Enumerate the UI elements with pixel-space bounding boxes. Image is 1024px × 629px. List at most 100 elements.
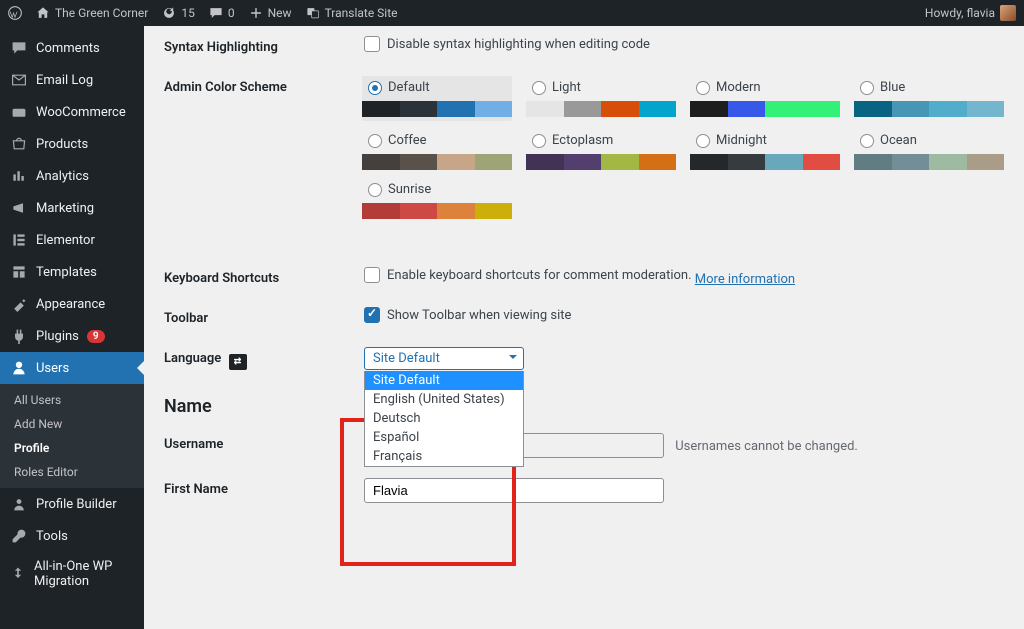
woocommerce-icon bbox=[10, 103, 28, 121]
sidebar-item-elementor[interactable]: Elementor bbox=[0, 224, 144, 256]
syntax-label: Syntax Highlighting bbox=[164, 36, 364, 55]
toolbar-label: Toolbar bbox=[164, 307, 364, 326]
sidebar-item-templates[interactable]: Templates bbox=[0, 256, 144, 288]
language-select[interactable]: Site Default bbox=[364, 347, 524, 370]
scheme-radio[interactable] bbox=[532, 134, 546, 148]
home-icon bbox=[36, 6, 50, 20]
syntax-checkbox[interactable] bbox=[364, 36, 380, 52]
scheme-radio[interactable] bbox=[368, 81, 382, 95]
profile-content: Syntax Highlighting Disable syntax highl… bbox=[144, 26, 1024, 629]
language-option[interactable]: English (United States) bbox=[365, 390, 523, 409]
swatch-row bbox=[690, 154, 840, 170]
syntax-checkbox-wrap[interactable]: Disable syntax highlighting when editing… bbox=[364, 36, 650, 52]
elementor-icon bbox=[10, 231, 28, 249]
wp-logo[interactable] bbox=[8, 6, 22, 20]
sidebar-item-users[interactable]: Users bbox=[0, 352, 144, 384]
swatch-row bbox=[854, 154, 1004, 170]
scheme-radio[interactable] bbox=[860, 81, 874, 95]
sidebar-item-analytics[interactable]: Analytics bbox=[0, 160, 144, 192]
scheme-sunrise[interactable]: Sunrise bbox=[362, 178, 512, 219]
products-icon bbox=[10, 135, 28, 153]
sidebar-item-label: Plugins bbox=[36, 329, 79, 344]
shortcuts-label: Keyboard Shortcuts bbox=[164, 267, 364, 286]
scheme-radio[interactable] bbox=[532, 81, 546, 95]
scheme-name: Default bbox=[388, 80, 430, 95]
sidebar-item-all-in-one-wp-migration[interactable]: All-in-One WP Migration bbox=[0, 552, 144, 596]
updates-link[interactable]: 15 bbox=[162, 6, 195, 20]
language-option[interactable]: Français bbox=[365, 447, 523, 466]
shortcuts-checkbox-wrap[interactable]: Enable keyboard shortcuts for comment mo… bbox=[364, 267, 692, 283]
admin-sidebar: Comments Email Log WooCommerce Products … bbox=[0, 26, 144, 629]
new-link[interactable]: New bbox=[249, 6, 292, 20]
sidebar-item-tools[interactable]: Tools bbox=[0, 520, 144, 552]
submenu-item-add-new[interactable]: Add New bbox=[0, 412, 144, 436]
site-name-link[interactable]: The Green Corner bbox=[36, 6, 148, 20]
scheme-ectoplasm[interactable]: Ectoplasm bbox=[526, 129, 676, 170]
comment-icon bbox=[209, 6, 223, 20]
sidebar-item-products[interactable]: Products bbox=[0, 128, 144, 160]
scheme-radio[interactable] bbox=[368, 134, 382, 148]
sidebar-item-label: Profile Builder bbox=[36, 497, 117, 512]
plus-icon bbox=[249, 6, 263, 20]
scheme-name: Blue bbox=[880, 80, 905, 95]
scheme-radio[interactable] bbox=[696, 81, 710, 95]
scheme-default[interactable]: Default bbox=[362, 76, 512, 121]
swatch-row bbox=[526, 101, 676, 117]
swatch-row bbox=[362, 101, 512, 117]
language-option[interactable]: Deutsch bbox=[365, 409, 523, 428]
scheme-modern[interactable]: Modern bbox=[690, 76, 840, 121]
scheme-name: Coffee bbox=[388, 133, 427, 148]
refresh-icon bbox=[162, 6, 176, 20]
toolbar-checkbox-wrap[interactable]: Show Toolbar when viewing site bbox=[364, 307, 571, 323]
sidebar-item-marketing[interactable]: Marketing bbox=[0, 192, 144, 224]
language-label: Language ⇄ bbox=[164, 347, 364, 368]
submenu-item-profile[interactable]: Profile bbox=[0, 436, 144, 460]
scheme-coffee[interactable]: Coffee bbox=[362, 129, 512, 170]
swatch-row bbox=[690, 101, 840, 117]
scheme-light[interactable]: Light bbox=[526, 76, 676, 121]
sidebar-item-woocommerce[interactable]: WooCommerce bbox=[0, 96, 144, 128]
sidebar-item-comments[interactable]: Comments bbox=[0, 32, 144, 64]
scheme-name: Modern bbox=[716, 80, 761, 95]
scheme-radio[interactable] bbox=[860, 134, 874, 148]
profile-builder-icon bbox=[10, 495, 28, 513]
sidebar-item-label: Comments bbox=[36, 41, 100, 56]
sidebar-submenu: All UsersAdd NewProfileRoles Editor bbox=[0, 384, 144, 488]
scheme-blue[interactable]: Blue bbox=[854, 76, 1004, 121]
sidebar-item-label: Appearance bbox=[36, 297, 105, 312]
howdy-link[interactable]: Howdy, flavia bbox=[925, 5, 1016, 21]
comments-link[interactable]: 0 bbox=[209, 6, 235, 20]
admin-bar: The Green Corner 15 0 New Translate Site… bbox=[0, 0, 1024, 26]
scheme-midnight[interactable]: Midnight bbox=[690, 129, 840, 170]
badge: 9 bbox=[87, 330, 105, 343]
sidebar-item-email-log[interactable]: Email Log bbox=[0, 64, 144, 96]
users-icon bbox=[10, 359, 28, 377]
language-option[interactable]: Español bbox=[365, 428, 523, 447]
comments-icon bbox=[10, 39, 28, 57]
avatar bbox=[1000, 5, 1016, 21]
username-label: Username bbox=[164, 433, 364, 452]
submenu-item-all-users[interactable]: All Users bbox=[0, 388, 144, 412]
shortcuts-checkbox[interactable] bbox=[364, 267, 380, 283]
language-option[interactable]: Site Default bbox=[365, 371, 523, 390]
analytics-icon bbox=[10, 167, 28, 185]
sidebar-item-label: Tools bbox=[36, 529, 68, 544]
scheme-ocean[interactable]: Ocean bbox=[854, 129, 1004, 170]
sidebar-item-label: Products bbox=[36, 137, 88, 152]
plugins-icon bbox=[10, 327, 28, 345]
submenu-item-roles-editor[interactable]: Roles Editor bbox=[0, 460, 144, 484]
scheme-radio[interactable] bbox=[696, 134, 710, 148]
sidebar-item-appearance[interactable]: Appearance bbox=[0, 288, 144, 320]
firstname-field[interactable] bbox=[364, 478, 664, 503]
scheme-radio[interactable] bbox=[368, 183, 382, 197]
toolbar-checkbox[interactable] bbox=[364, 307, 380, 323]
templates-icon bbox=[10, 263, 28, 281]
updates-count: 15 bbox=[181, 6, 195, 20]
swatch-row bbox=[362, 154, 512, 170]
shortcuts-more-link[interactable]: More information bbox=[695, 272, 795, 287]
sidebar-item-plugins[interactable]: Plugins 9 bbox=[0, 320, 144, 352]
translate-link[interactable]: Translate Site bbox=[306, 6, 398, 20]
sidebar-item-label: Analytics bbox=[36, 169, 89, 184]
all-in-one-wp-migration-icon bbox=[10, 565, 26, 583]
sidebar-item-profile-builder[interactable]: Profile Builder bbox=[0, 488, 144, 520]
